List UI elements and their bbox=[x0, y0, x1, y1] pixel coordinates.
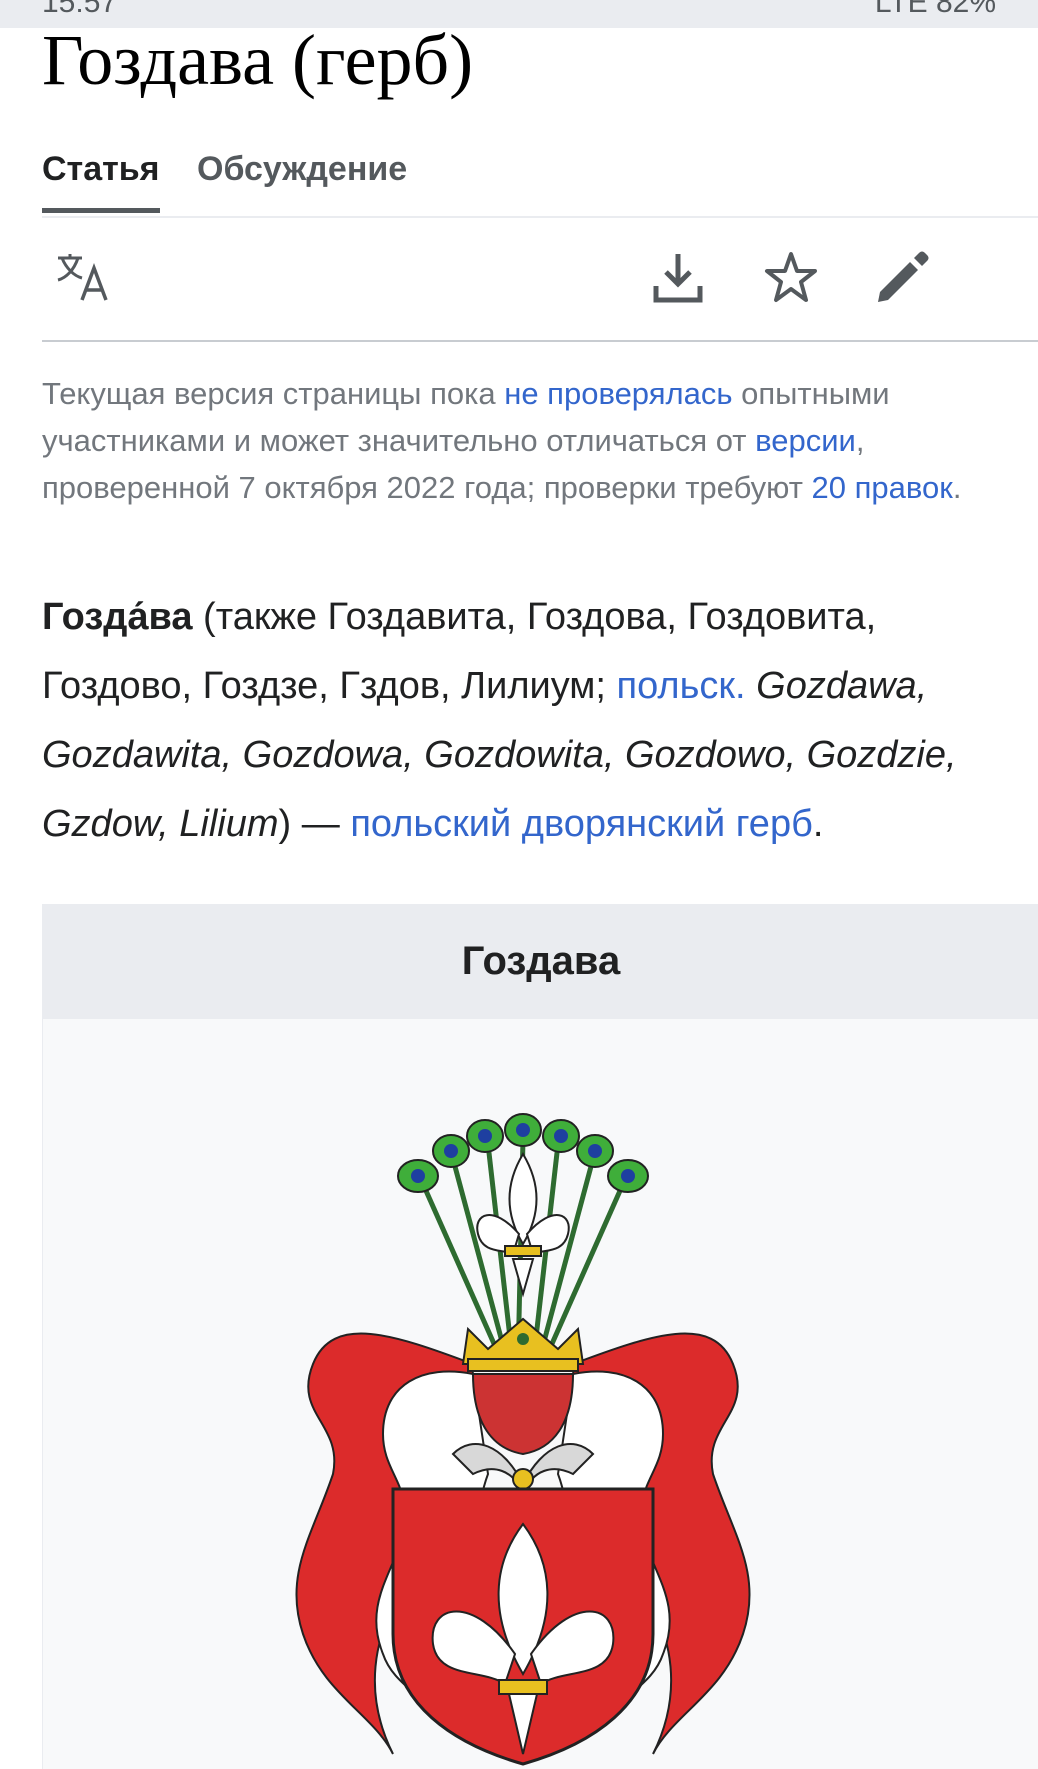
coat-of-arms-image[interactable] bbox=[273, 1034, 773, 1769]
pencil-icon[interactable] bbox=[872, 248, 932, 308]
polish-heraldry-link[interactable]: польский дворянский герб bbox=[350, 803, 813, 845]
tab-talk[interactable]: Обсуждение bbox=[197, 150, 407, 189]
tab-article[interactable]: Статья bbox=[42, 150, 160, 189]
notice-text: Текущая версия страницы пока bbox=[42, 376, 505, 411]
version-link[interactable]: версии bbox=[755, 423, 856, 458]
page-actions-toolbar bbox=[42, 218, 1038, 342]
lead-text: ) — bbox=[278, 803, 351, 845]
page-title: Гоздава (герб) bbox=[42, 20, 474, 100]
star-icon[interactable] bbox=[761, 248, 821, 308]
lead-text: . bbox=[812, 803, 824, 845]
lead-paragraph: Гозда́ва (также Гоздавита, Гоздова, Гозд… bbox=[42, 583, 1032, 859]
status-indicators: LTE 82% bbox=[874, 0, 996, 19]
pending-edits-link[interactable]: 20 правок bbox=[812, 470, 953, 505]
page-tabs: Статья Обсуждение bbox=[42, 140, 1038, 218]
review-notice: Текущая версия страницы пока не проверял… bbox=[42, 370, 1002, 511]
infobox: Гоздава bbox=[42, 904, 1038, 1769]
translate-icon[interactable] bbox=[54, 248, 114, 308]
status-time: 15:57 bbox=[42, 0, 118, 19]
active-tab-indicator bbox=[42, 208, 160, 213]
article-subject: Гозда́ва bbox=[42, 596, 193, 638]
not-reviewed-link[interactable]: не проверялась bbox=[504, 376, 732, 411]
notice-text: . bbox=[952, 470, 962, 505]
infobox-title: Гоздава bbox=[43, 904, 1038, 1019]
polish-language-link[interactable]: польск. bbox=[617, 665, 746, 707]
download-icon[interactable] bbox=[648, 248, 708, 308]
